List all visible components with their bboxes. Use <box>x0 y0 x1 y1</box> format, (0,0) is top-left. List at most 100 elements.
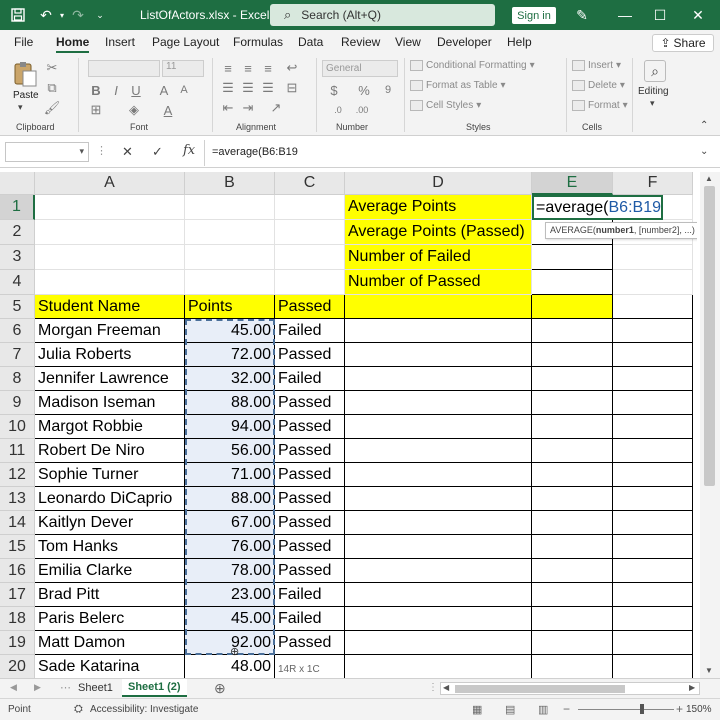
tab-data[interactable]: Data <box>298 35 323 49</box>
editing-label[interactable]: Editing <box>638 86 669 97</box>
row-header[interactable]: 19 <box>0 631 35 655</box>
prev-sheet-icon[interactable]: ◀ <box>10 682 17 693</box>
zoom-out-icon[interactable]: − <box>563 702 570 716</box>
comma-style-icon[interactable]: 9 <box>380 82 396 98</box>
increase-decimal-icon[interactable]: .0 <box>330 102 346 118</box>
shrink-font-icon[interactable]: A <box>176 82 192 98</box>
cell[interactable] <box>532 511 613 535</box>
cell[interactable] <box>532 559 613 583</box>
summary-label[interactable]: Average Points (Passed) <box>345 220 532 245</box>
row-header[interactable]: 4 <box>0 270 35 295</box>
cell[interactable] <box>613 415 693 439</box>
cell[interactable] <box>35 220 185 245</box>
active-cell-editing[interactable]: =average(B6:B19 <box>532 195 663 220</box>
more-sheets-icon[interactable]: ⋯ <box>60 681 71 694</box>
cell[interactable] <box>532 245 613 270</box>
summary-label[interactable]: Number of Passed <box>345 270 532 295</box>
cell[interactable] <box>613 245 693 270</box>
row-header[interactable]: 11 <box>0 439 35 463</box>
tab-view[interactable]: View <box>395 35 421 49</box>
cell[interactable] <box>532 439 613 463</box>
tab-page-layout[interactable]: Page Layout <box>152 35 219 49</box>
font-size-combo[interactable]: 11 <box>162 60 204 77</box>
next-sheet-icon[interactable]: ▶ <box>34 682 41 693</box>
cell[interactable] <box>532 535 613 559</box>
cell[interactable] <box>185 245 275 270</box>
orientation-icon[interactable]: ↗ <box>268 100 284 116</box>
paste-icon[interactable] <box>12 60 38 88</box>
row-header[interactable]: 5 <box>0 295 35 319</box>
font-name-combo[interactable] <box>88 60 160 77</box>
cell[interactable] <box>275 195 345 220</box>
row-header[interactable]: 6 <box>0 319 35 343</box>
points-cell[interactable]: 23.00 <box>185 583 275 607</box>
cell[interactable] <box>613 511 693 535</box>
table-header[interactable]: Points <box>185 295 275 319</box>
passed-cell[interactable]: Failed <box>275 583 345 607</box>
row-header[interactable]: 9 <box>0 391 35 415</box>
percent-icon[interactable]: % <box>356 82 372 98</box>
cell[interactable] <box>613 439 693 463</box>
row-header[interactable]: 7 <box>0 343 35 367</box>
student-name-cell[interactable]: Tom Hanks <box>35 535 185 559</box>
cell[interactable] <box>345 607 532 631</box>
increase-indent-icon[interactable]: ⇥ <box>240 100 256 116</box>
align-middle-icon[interactable]: ≡ <box>240 60 256 76</box>
passed-cell[interactable]: Passed <box>275 535 345 559</box>
passed-cell[interactable]: Passed <box>275 631 345 655</box>
delete-cells-button[interactable]: Delete ▾ <box>572 80 625 91</box>
student-name-cell[interactable]: Leonardo DiCaprio <box>35 487 185 511</box>
cancel-entry-icon[interactable]: ✕ <box>122 144 133 160</box>
passed-cell[interactable]: Passed <box>275 415 345 439</box>
cell[interactable] <box>35 195 185 220</box>
cell[interactable] <box>532 295 613 319</box>
cell[interactable] <box>532 367 613 391</box>
points-cell[interactable]: 76.00 <box>185 535 275 559</box>
cell[interactable] <box>613 391 693 415</box>
points-cell[interactable]: 48.00 <box>185 655 275 678</box>
decrease-decimal-icon[interactable]: .00 <box>354 102 370 118</box>
chevron-down-icon[interactable]: ▾ <box>650 98 655 109</box>
row-header[interactable]: 10 <box>0 415 35 439</box>
cell[interactable] <box>532 487 613 511</box>
cell[interactable] <box>345 535 532 559</box>
bold-icon[interactable]: B <box>88 82 104 98</box>
fill-color-icon[interactable]: ◈ <box>126 102 142 118</box>
row-header[interactable]: 15 <box>0 535 35 559</box>
more-icon[interactable]: ⋮ <box>96 144 107 157</box>
share-button[interactable]: ⇪ Share <box>652 34 714 52</box>
points-cell[interactable]: 78.00 <box>185 559 275 583</box>
align-left-icon[interactable]: ☰ <box>220 80 236 96</box>
zoom-level[interactable]: 150% <box>686 704 712 715</box>
points-cell[interactable]: 72.00 <box>185 343 275 367</box>
scroll-down-icon[interactable]: ▼ <box>705 666 713 675</box>
cell[interactable] <box>345 511 532 535</box>
cell[interactable] <box>345 583 532 607</box>
points-cell[interactable]: 45.00 <box>185 319 275 343</box>
select-all-corner[interactable] <box>0 172 35 195</box>
row-header[interactable]: 14 <box>0 511 35 535</box>
student-name-cell[interactable]: Sade Katarina <box>35 655 185 678</box>
student-name-cell[interactable]: Sophie Turner <box>35 463 185 487</box>
save-icon[interactable] <box>8 5 28 25</box>
cell[interactable] <box>613 463 693 487</box>
insert-cells-button[interactable]: Insert ▾ <box>572 60 621 71</box>
points-cell[interactable]: 56.00 <box>185 439 275 463</box>
column-header[interactable]: D <box>345 172 532 195</box>
align-center-icon[interactable]: ☰ <box>240 80 256 96</box>
points-cell[interactable]: 45.00 <box>185 607 275 631</box>
sheet-tab-active[interactable]: Sheet1 (2) <box>122 679 187 697</box>
align-bottom-icon[interactable]: ≡ <box>260 60 276 76</box>
student-name-cell[interactable]: Paris Belerc <box>35 607 185 631</box>
add-sheet-icon[interactable]: ⊕ <box>214 680 226 697</box>
collapse-ribbon-icon[interactable]: ⌃ <box>700 120 708 131</box>
tooltip-function[interactable]: AVERAGE( <box>550 225 596 235</box>
passed-cell[interactable]: Passed <box>275 439 345 463</box>
format-painter-icon[interactable]: 🖌 <box>44 100 61 116</box>
customize-toolbar-icon[interactable]: ⌄ <box>90 5 110 25</box>
row-header[interactable]: 2 <box>0 220 35 245</box>
formula-input[interactable]: =average(B6:B19 <box>212 146 298 158</box>
merge-center-icon[interactable]: ⊟ <box>284 80 300 96</box>
scroll-left-icon[interactable]: ◀ <box>443 683 449 692</box>
currency-icon[interactable]: $ <box>326 82 342 98</box>
